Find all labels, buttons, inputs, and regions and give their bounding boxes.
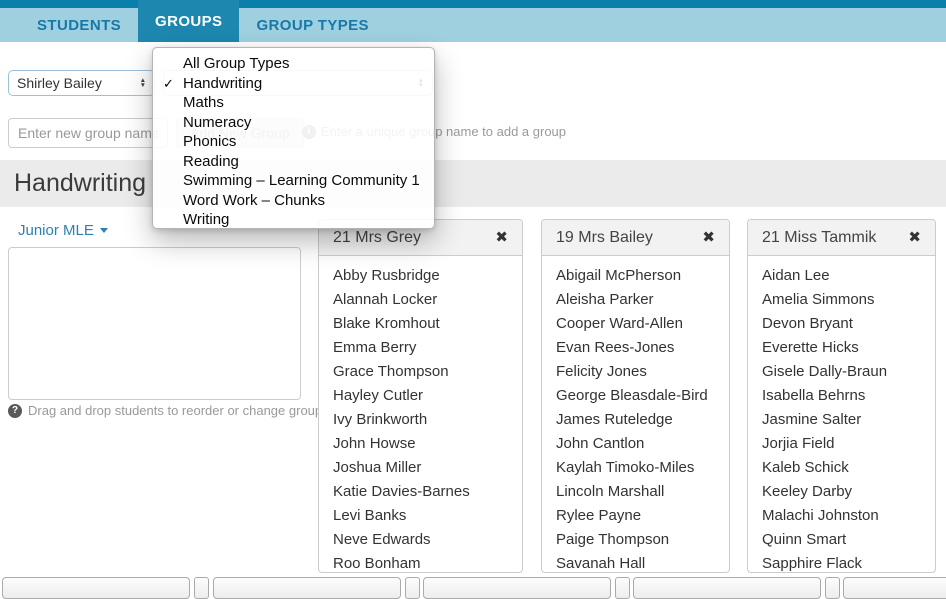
student-item[interactable]: Joshua Miller: [333, 456, 508, 480]
menu-item[interactable]: Writing: [153, 210, 434, 230]
student-item[interactable]: Ivy Brinkworth: [333, 408, 508, 432]
student-item[interactable]: Cooper Ward-Allen: [556, 312, 715, 336]
student-item[interactable]: Gisele Dally-Braun: [762, 360, 921, 384]
student-item[interactable]: Alannah Locker: [333, 288, 508, 312]
bottom-select-stepper[interactable]: [194, 577, 209, 599]
drag-drop-hint: ? Drag and drop students to reorder or c…: [8, 403, 329, 418]
close-icon[interactable]: ✖: [908, 230, 921, 245]
bottom-select-stepper[interactable]: [615, 577, 630, 599]
heading-band: Handwriting: [0, 160, 946, 207]
group-column-title: 21 Miss Tammik: [762, 229, 908, 247]
student-item[interactable]: Savanah Hall: [556, 552, 715, 573]
close-icon[interactable]: ✖: [495, 230, 508, 245]
menu-item[interactable]: Word Work – Chunks: [153, 191, 434, 211]
class-selector-link[interactable]: Junior MLE: [18, 222, 108, 239]
menu-item[interactable]: Numeracy: [153, 113, 434, 133]
student-item[interactable]: John Howse: [333, 432, 508, 456]
student-item[interactable]: Katie Davies-Barnes: [333, 480, 508, 504]
student-item[interactable]: Grace Thompson: [333, 360, 508, 384]
close-icon[interactable]: ✖: [702, 230, 715, 245]
group-column-header: 21 Miss Tammik ✖: [748, 220, 935, 256]
group-column: 19 Mrs Bailey ✖ Abigail McPhersonAleisha…: [541, 219, 730, 573]
question-icon: ?: [8, 404, 22, 418]
menu-item[interactable]: ✓Handwriting: [153, 74, 434, 94]
student-item[interactable]: Aleisha Parker: [556, 288, 715, 312]
bottom-select[interactable]: [213, 577, 401, 599]
group-column: 21 Miss Tammik ✖ Aidan LeeAmelia Simmons…: [747, 219, 936, 573]
student-item[interactable]: Lincoln Marshall: [556, 480, 715, 504]
student-item[interactable]: Abby Rusbridge: [333, 264, 508, 288]
bottom-select[interactable]: [633, 577, 821, 599]
student-list: Abby RusbridgeAlannah LockerBlake Kromho…: [319, 256, 522, 573]
bottom-select-stepper[interactable]: [405, 577, 420, 599]
bottom-select[interactable]: [2, 577, 190, 599]
student-item[interactable]: Paige Thompson: [556, 528, 715, 552]
student-item[interactable]: Neve Edwards: [333, 528, 508, 552]
student-drop-zone[interactable]: [8, 247, 301, 400]
tab-groups[interactable]: GROUPS: [138, 0, 239, 42]
student-item[interactable]: Amelia Simmons: [762, 288, 921, 312]
student-item[interactable]: Devon Bryant: [762, 312, 921, 336]
menu-item[interactable]: Swimming – Learning Community 1: [153, 171, 434, 191]
student-item[interactable]: Emma Berry: [333, 336, 508, 360]
teacher-select[interactable]: Shirley Bailey ▲▼: [8, 70, 155, 96]
menu-item[interactable]: Phonics: [153, 132, 434, 152]
group-column-title: 21 Mrs Grey: [333, 229, 495, 247]
student-item[interactable]: Everette Hicks: [762, 336, 921, 360]
student-item[interactable]: George Bleasdale-Bird: [556, 384, 715, 408]
student-item[interactable]: Kaleb Schick: [762, 456, 921, 480]
new-group-name-input[interactable]: [8, 118, 168, 148]
bottom-select[interactable]: [843, 577, 946, 599]
group-column-title: 19 Mrs Bailey: [556, 229, 702, 247]
student-item[interactable]: Felicity Jones: [556, 360, 715, 384]
bottom-select-stepper[interactable]: [825, 577, 840, 599]
student-item[interactable]: John Cantlon: [556, 432, 715, 456]
student-item[interactable]: Aidan Lee: [762, 264, 921, 288]
bottom-select[interactable]: [423, 577, 611, 599]
group-column-header: 19 Mrs Bailey ✖: [542, 220, 729, 256]
student-list: Abigail McPhersonAleisha ParkerCooper Wa…: [542, 256, 729, 573]
student-item[interactable]: Abigail McPherson: [556, 264, 715, 288]
menu-item[interactable]: All Group Types: [153, 54, 434, 74]
teacher-select-value: Shirley Bailey: [17, 75, 102, 91]
select-stepper-icon: ▲▼: [140, 78, 146, 89]
menu-item[interactable]: Reading: [153, 152, 434, 172]
group-type-dropdown-menu: All Group Types✓HandwritingMathsNumeracy…: [152, 47, 435, 229]
drag-drop-hint-text: Drag and drop students to reorder or cha…: [28, 403, 329, 418]
page-title: Handwriting: [14, 169, 146, 198]
chevron-down-icon: [100, 228, 108, 233]
tab-students[interactable]: STUDENTS: [20, 8, 138, 42]
student-item[interactable]: Hayley Cutler: [333, 384, 508, 408]
student-list: Aidan LeeAmelia SimmonsDevon BryantEvere…: [748, 256, 935, 573]
student-item[interactable]: Blake Kromhout: [333, 312, 508, 336]
student-item[interactable]: Quinn Smart: [762, 528, 921, 552]
tab-bar: STUDENTSGROUPSGROUP TYPES: [0, 8, 946, 42]
student-item[interactable]: Keeley Darby: [762, 480, 921, 504]
student-item[interactable]: Jasmine Salter: [762, 408, 921, 432]
checkmark-icon: ✓: [163, 74, 174, 94]
group-column: 21 Mrs Grey ✖ Abby RusbridgeAlannah Lock…: [318, 219, 523, 573]
student-item[interactable]: Rylee Payne: [556, 504, 715, 528]
student-item[interactable]: James Ruteledge: [556, 408, 715, 432]
student-item[interactable]: Isabella Behrns: [762, 384, 921, 408]
student-item[interactable]: Malachi Johnston: [762, 504, 921, 528]
student-item[interactable]: Evan Rees-Jones: [556, 336, 715, 360]
student-item[interactable]: Jorjia Field: [762, 432, 921, 456]
menu-item[interactable]: Maths: [153, 93, 434, 113]
student-item[interactable]: Kaylah Timoko-Miles: [556, 456, 715, 480]
student-item[interactable]: Levi Banks: [333, 504, 508, 528]
student-item[interactable]: Sapphire Flack: [762, 552, 921, 573]
tab-group-types[interactable]: GROUP TYPES: [239, 8, 385, 42]
student-item[interactable]: Roo Bonham: [333, 552, 508, 573]
class-selector-label: Junior MLE: [18, 222, 94, 239]
